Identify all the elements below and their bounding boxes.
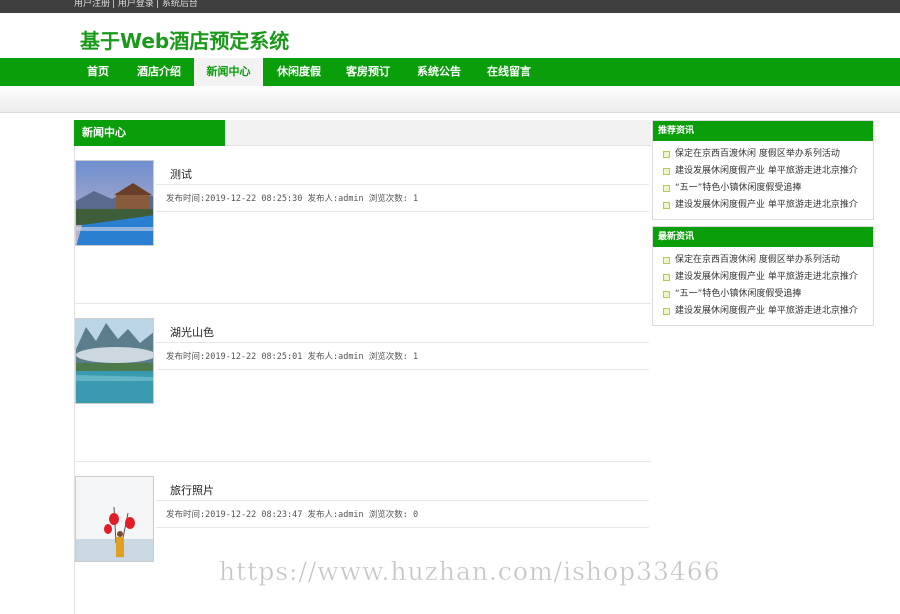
bullet-icon bbox=[663, 202, 670, 209]
bullet-icon bbox=[663, 257, 670, 264]
news-title[interactable]: 测试 bbox=[170, 166, 192, 182]
list-item[interactable]: “五一”特色小镇休闲度假受追捧 bbox=[661, 180, 873, 197]
travel-photo-icon[interactable] bbox=[75, 476, 154, 562]
top-bar: 用户注册 | 用户登录 | 系统后台 bbox=[0, 0, 900, 13]
news-meta: 发布时间:2019-12-22 08:25:30 发布人:admin 浏览次数:… bbox=[166, 194, 419, 204]
site-header: 基于Web酒店预定系统 bbox=[0, 13, 900, 58]
latest-news-list: 保定在京西百渡休闲 度假区举办系列活动 建设发展休闲度假产业 单平旅游走进北京推… bbox=[653, 247, 873, 324]
nav-booking[interactable]: 客房预订 bbox=[339, 58, 397, 86]
nav-news-center[interactable]: 新闻中心 bbox=[194, 58, 263, 86]
news-title[interactable]: 旅行照片 bbox=[170, 482, 214, 498]
site-title[interactable]: 基于Web酒店预定系统 bbox=[80, 25, 289, 54]
divider bbox=[156, 342, 649, 343]
news-meta: 发布时间:2019-12-22 08:25:01 发布人:admin 浏览次数:… bbox=[166, 352, 419, 362]
nav-hotel-intro[interactable]: 酒店介绍 bbox=[130, 58, 188, 86]
list-item[interactable]: 保定在京西百渡休闲 度假区举办系列活动 bbox=[661, 252, 873, 269]
register-link[interactable]: 用户注册 bbox=[74, 0, 110, 9]
nav-guestbook[interactable]: 在线留言 bbox=[480, 58, 538, 86]
bullet-icon bbox=[663, 308, 670, 315]
divider bbox=[156, 500, 649, 501]
section-title: 新闻中心 bbox=[74, 120, 225, 146]
divider bbox=[156, 527, 649, 528]
sub-bar bbox=[0, 86, 900, 113]
news-item: 湖光山色 发布时间:2019-12-22 08:25:01 发布人:admin … bbox=[74, 304, 651, 462]
recommended-news-box: 推荐资讯 保定在京西百渡休闲 度假区举办系列活动 建设发展休闲度假产业 单平旅游… bbox=[652, 120, 874, 220]
list-item[interactable]: 建设发展休闲度假产业 单平旅游走进北京推介 bbox=[661, 197, 873, 214]
news-item: 测试 发布时间:2019-12-22 08:25:30 发布人:admin 浏览… bbox=[74, 146, 651, 304]
latest-news-title: 最新资讯 bbox=[653, 227, 873, 247]
lake-mountain-icon[interactable] bbox=[75, 318, 154, 404]
recommended-news-list: 保定在京西百渡休闲 度假区举办系列活动 建设发展休闲度假产业 单平旅游走进北京推… bbox=[653, 141, 873, 218]
admin-link[interactable]: 系统后台 bbox=[162, 0, 198, 9]
news-meta: 发布时间:2019-12-22 08:23:47 发布人:admin 浏览次数:… bbox=[166, 510, 419, 520]
section-header: 新闻中心 bbox=[74, 120, 651, 146]
main-nav: 首页 酒店介绍 新闻中心 休闲度假 客房预订 系统公告 在线留言 bbox=[0, 58, 900, 86]
list-item[interactable]: 建设发展休闲度假产业 单平旅游走进北京推介 bbox=[661, 163, 873, 180]
bullet-icon bbox=[663, 185, 670, 192]
latest-news-box: 最新资讯 保定在京西百渡休闲 度假区举办系列活动 建设发展休闲度假产业 单平旅游… bbox=[652, 226, 874, 326]
divider bbox=[156, 184, 649, 185]
top-links: 用户注册 | 用户登录 | 系统后台 bbox=[74, 0, 198, 9]
nav-announcements[interactable]: 系统公告 bbox=[410, 58, 468, 86]
bullet-icon bbox=[663, 168, 670, 175]
news-title[interactable]: 湖光山色 bbox=[170, 324, 214, 340]
nav-home[interactable]: 首页 bbox=[74, 58, 122, 86]
nav-leisure[interactable]: 休闲度假 bbox=[270, 58, 328, 86]
list-item[interactable]: “五一”特色小镇休闲度假受追捧 bbox=[661, 286, 873, 303]
list-item[interactable]: 保定在京西百渡休闲 度假区举办系列活动 bbox=[661, 146, 873, 163]
bullet-icon bbox=[663, 151, 670, 158]
divider bbox=[156, 369, 649, 370]
list-item[interactable]: 建设发展休闲度假产业 单平旅游走进北京推介 bbox=[661, 303, 873, 320]
recommended-news-title: 推荐资讯 bbox=[653, 121, 873, 141]
bullet-icon bbox=[663, 291, 670, 298]
news-item: 旅行照片 发布时间:2019-12-22 08:23:47 发布人:admin … bbox=[74, 462, 651, 614]
divider bbox=[156, 211, 649, 212]
hotel-pool-icon[interactable] bbox=[75, 160, 154, 246]
login-link[interactable]: 用户登录 bbox=[118, 0, 154, 9]
watermark: https://www.huzhan.com/ishop33466 bbox=[219, 557, 721, 587]
list-item[interactable]: 建设发展休闲度假产业 单平旅游走进北京推介 bbox=[661, 269, 873, 286]
bullet-icon bbox=[663, 274, 670, 281]
